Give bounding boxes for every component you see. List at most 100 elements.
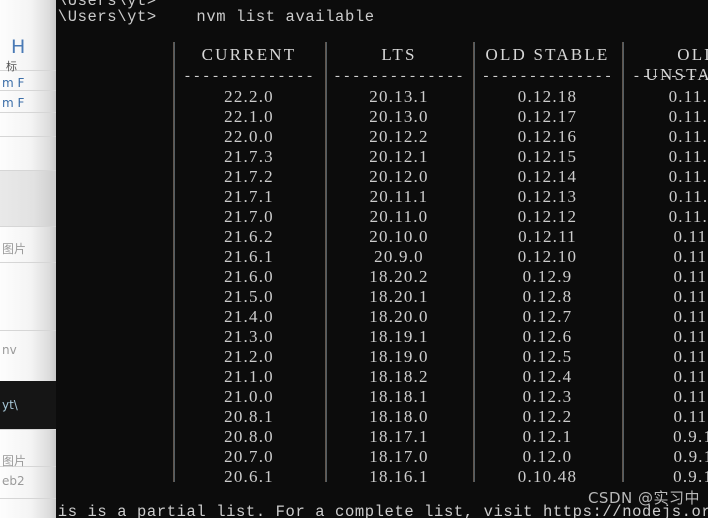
table-cell: 0.11.2: [673, 367, 708, 386]
table-cell: 0.11.8: [673, 247, 708, 266]
table-cell: 0.12.10: [517, 247, 578, 266]
table-cell: 21.6.2: [224, 227, 274, 246]
table-cell: 22.0.0: [224, 127, 274, 146]
screenshot-root: H标 m F m F 图片 nv yt\ 图片 eb2 C:\Users\yt> C:\Use…: [0, 0, 708, 518]
background-text-fragment: m F: [2, 76, 25, 90]
table-cell: 0.11.7: [673, 267, 708, 286]
table-cell: 20.7.0: [224, 447, 274, 466]
table-cell: 0.11.0: [673, 407, 708, 426]
table-cell: 0.11.4: [673, 327, 708, 346]
table-cell: 0.9.11: [673, 447, 708, 466]
table-cell: 20.6.1: [224, 467, 274, 486]
table-cell: 0.12.15: [517, 147, 578, 166]
table-cell: 21.0.0: [224, 387, 274, 406]
table-cell: 0.12.5: [522, 347, 573, 366]
table-cell: 20.12.0: [369, 167, 429, 186]
table-cell: 0.11.1: [673, 387, 708, 406]
background-divider: [0, 429, 56, 430]
table-cell: 20.12.1: [369, 147, 429, 166]
table-cell: 0.12.0: [522, 447, 573, 466]
column-underline-lts: --------------: [333, 69, 465, 85]
column-header-lts: LTS: [381, 45, 417, 64]
table-cell: 0.11.13: [668, 147, 708, 166]
background-text-fragment: nv: [2, 343, 17, 357]
table-cell: 0.11.9: [673, 227, 708, 246]
table-cell: 20.8.0: [224, 427, 274, 446]
background-window[interactable]: H标 m F m F 图片 nv yt\ 图片 eb2: [0, 0, 56, 518]
table-cell: 0.12.9: [522, 267, 573, 286]
table-cell: 20.9.0: [374, 247, 424, 266]
table-cell: 21.7.0: [224, 207, 274, 226]
table-cell: 21.7.2: [224, 167, 274, 186]
table-cell: 0.11.10: [668, 207, 708, 226]
background-divider: [0, 226, 56, 227]
background-text-fragment: 标: [6, 60, 17, 73]
table-cell: 21.4.0: [224, 307, 274, 326]
table-cell: 18.18.2: [369, 367, 429, 386]
table-cell: 20.8.1: [224, 407, 274, 426]
background-divider: [0, 90, 56, 91]
column-header-old-stable: OLD STABLE: [485, 45, 610, 64]
table-cell: 0.12.12: [517, 207, 578, 226]
table-cell: 0.12.4: [522, 367, 573, 386]
table-cell: 0.12.6: [522, 327, 573, 346]
table-cell: 18.20.2: [369, 267, 429, 286]
table-cell: 0.9.12: [673, 427, 708, 446]
table-cell: 0.12.2: [522, 407, 573, 426]
column-cells-current: 22.2.0 22.1.0 22.0.0 21.7.3 21.7.2 21.7.1 21.7…: [173, 87, 325, 487]
table-cell: 18.18.1: [369, 387, 429, 406]
column-cells-lts: 20.13.1 20.13.0 20.12.2 20.12.1 20.12.0 20.11…: [325, 87, 473, 487]
table-cell: 18.16.1: [369, 467, 429, 486]
table-cell: 0.12.8: [522, 287, 573, 306]
table-cell: 0.12.11: [518, 227, 577, 246]
background-text-fragment: 图片: [2, 242, 27, 256]
table-cell: 0.12.3: [522, 387, 573, 406]
table-cell: 20.13.1: [369, 87, 429, 106]
background-text-fragment: eb2: [2, 474, 25, 488]
terminal-window[interactable]: C:\Users\yt> C:\Users\yt> nvm list avail…: [56, 0, 708, 518]
table-cell: 18.20.0: [369, 307, 429, 326]
table-cell: 0.11.6: [673, 287, 708, 306]
table-cell: 20.13.0: [369, 107, 429, 126]
table-cell: 0.11.3: [673, 347, 708, 366]
table-cell: 0.11.15: [668, 107, 708, 126]
table-cell: 18.19.0: [369, 347, 429, 366]
table-cell: 21.6.0: [224, 267, 274, 286]
background-divider: [0, 262, 56, 263]
version-table: CURRENT -------------- 22.2.0 22.1.0 22.0.…: [56, 42, 708, 486]
table-cell: 0.11.12: [668, 167, 708, 186]
background-pane-mid: [0, 170, 56, 226]
table-cell: 0.10.48: [517, 467, 578, 486]
column-cells-old-stable: 0.12.18 0.12.17 0.12.16 0.12.15 0.12.14 0.12.…: [473, 87, 622, 487]
background-divider: [0, 136, 56, 137]
table-cell: 0.12.18: [517, 87, 578, 106]
table-cell: 20.11.0: [369, 207, 429, 226]
table-cell: 0.9.10: [673, 467, 708, 486]
column-underline-old-unstable: --------------: [632, 69, 708, 85]
background-divider: [0, 330, 56, 331]
background-text-fragment: yt\: [2, 398, 18, 412]
background-divider: [0, 170, 56, 171]
table-cell: 0.12.7: [522, 307, 573, 326]
table-cell: 18.19.1: [369, 327, 429, 346]
table-cell: 20.10.0: [369, 227, 429, 246]
column-header-current: CURRENT: [201, 45, 297, 64]
table-cell: 0.11.11: [668, 187, 708, 206]
background-text-fragment: H: [11, 36, 26, 58]
table-cell: 21.7.1: [224, 187, 274, 206]
column-cells-old-unstable: 0.11.160.11.150.11.140.11.130.11.120.11.…: [622, 87, 708, 487]
table-cell: 18.17.1: [369, 427, 429, 446]
table-cell: 18.18.0: [369, 407, 429, 426]
table-cell: 22.1.0: [224, 107, 274, 126]
background-text-fragment: 图片: [2, 454, 27, 468]
table-cell: 21.6.1: [224, 247, 274, 266]
table-cell: 18.20.1: [369, 287, 429, 306]
table-cell: 0.12.17: [517, 107, 578, 126]
table-cell: 20.12.2: [369, 127, 429, 146]
column-underline-current: --------------: [183, 69, 315, 85]
table-cell: 21.5.0: [224, 287, 274, 306]
table-cell: 0.12.13: [517, 187, 578, 206]
column-underline-old-stable: --------------: [481, 69, 614, 85]
table-cell: 21.1.0: [224, 367, 274, 386]
csdn-watermark: CSDN @实习中: [587, 489, 700, 507]
